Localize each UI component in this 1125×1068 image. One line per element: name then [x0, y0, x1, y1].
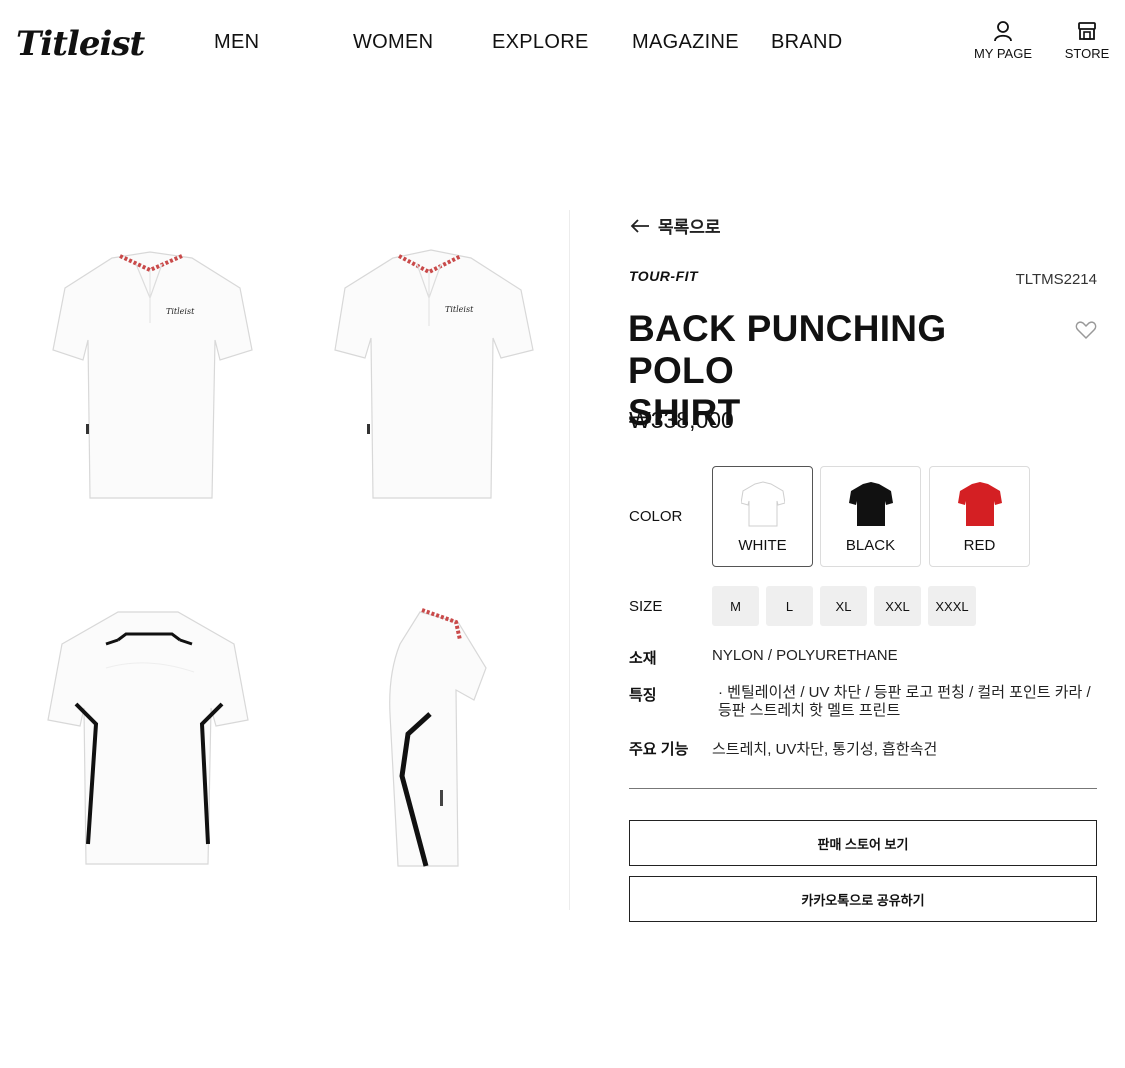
section-divider [629, 788, 1097, 789]
nav-women[interactable]: WOMEN [353, 31, 433, 54]
heart-icon [1075, 321, 1097, 340]
user-icon [994, 21, 1012, 42]
nav-magazine[interactable]: MAGAZINE [632, 31, 739, 54]
gallery-divider [569, 210, 570, 910]
store-label: STORE [1064, 46, 1110, 61]
color-label: COLOR [629, 508, 683, 525]
color-name-white: WHITE [738, 537, 787, 554]
product-image-side[interactable] [382, 604, 502, 877]
feature-value: · 벤틸레이션 / UV 차단 / 등판 로고 펀칭 / 컬러 포인트 카라 /… [718, 684, 1091, 719]
product-title-line-1: BACK PUNCHING POLO [628, 308, 947, 391]
product-line-badge: TOUR-FIT [629, 268, 699, 284]
black-shirt-swatch [849, 482, 893, 526]
color-option-white[interactable]: WHITE [712, 466, 813, 567]
wishlist-button[interactable] [1075, 320, 1097, 345]
product-sku: TLTMS2214 [1015, 271, 1097, 288]
material-label: 소재 [629, 650, 657, 667]
store-button[interactable]: STORE [1052, 20, 1122, 63]
site-header: Titleist MEN WOMEN EXPLORE MAGAZINE BRAN… [0, 0, 1125, 86]
product-image-front-angle[interactable]: Titleist [333, 246, 538, 509]
size-option-xxl[interactable]: XXL [874, 586, 921, 626]
size-option-xl[interactable]: XL [820, 586, 867, 626]
store-icon [1078, 22, 1096, 40]
function-label: 주요 기능 [629, 741, 689, 758]
size-label: SIZE [629, 598, 663, 615]
material-value: NYLON / POLYURETHANE [712, 647, 898, 664]
my-page-button[interactable]: MY PAGE [968, 20, 1038, 63]
view-store-button[interactable]: 판매 스토어 보기 [629, 820, 1097, 866]
arrow-left-icon [630, 218, 649, 233]
color-name-red: RED [963, 537, 996, 554]
my-page-label: MY PAGE [973, 46, 1033, 61]
product-image-front[interactable]: Titleist [50, 248, 255, 511]
white-shirt-swatch [741, 481, 785, 527]
color-option-red[interactable]: RED [929, 466, 1030, 567]
svg-text:Titleist: Titleist [166, 307, 195, 316]
nav-men[interactable]: MEN [214, 31, 259, 54]
function-value: 스트레치, UV차단, 통기성, 흡한속건 [712, 741, 938, 758]
color-option-black[interactable]: BLACK [820, 466, 921, 567]
back-to-list-link[interactable]: 목록으로 [630, 213, 721, 238]
feature-label: 특징 [629, 687, 657, 704]
size-option-l[interactable]: L [766, 586, 813, 626]
product-price: ₩338,000 [629, 407, 734, 433]
product-image-back[interactable] [46, 608, 251, 875]
red-shirt-swatch [958, 482, 1002, 526]
nav-explore[interactable]: EXPLORE [492, 31, 589, 54]
size-option-m[interactable]: M [712, 586, 759, 626]
back-to-list-label: 목록으로 [658, 218, 721, 237]
size-option-xxxl[interactable]: XXXL [928, 586, 976, 626]
svg-text:Titleist: Titleist [445, 305, 474, 314]
kakao-share-button[interactable]: 카카오톡으로 공유하기 [629, 876, 1097, 922]
nav-brand[interactable]: BRAND [771, 31, 843, 54]
titleist-logo[interactable]: Titleist [16, 24, 145, 64]
color-name-black: BLACK [845, 537, 896, 554]
